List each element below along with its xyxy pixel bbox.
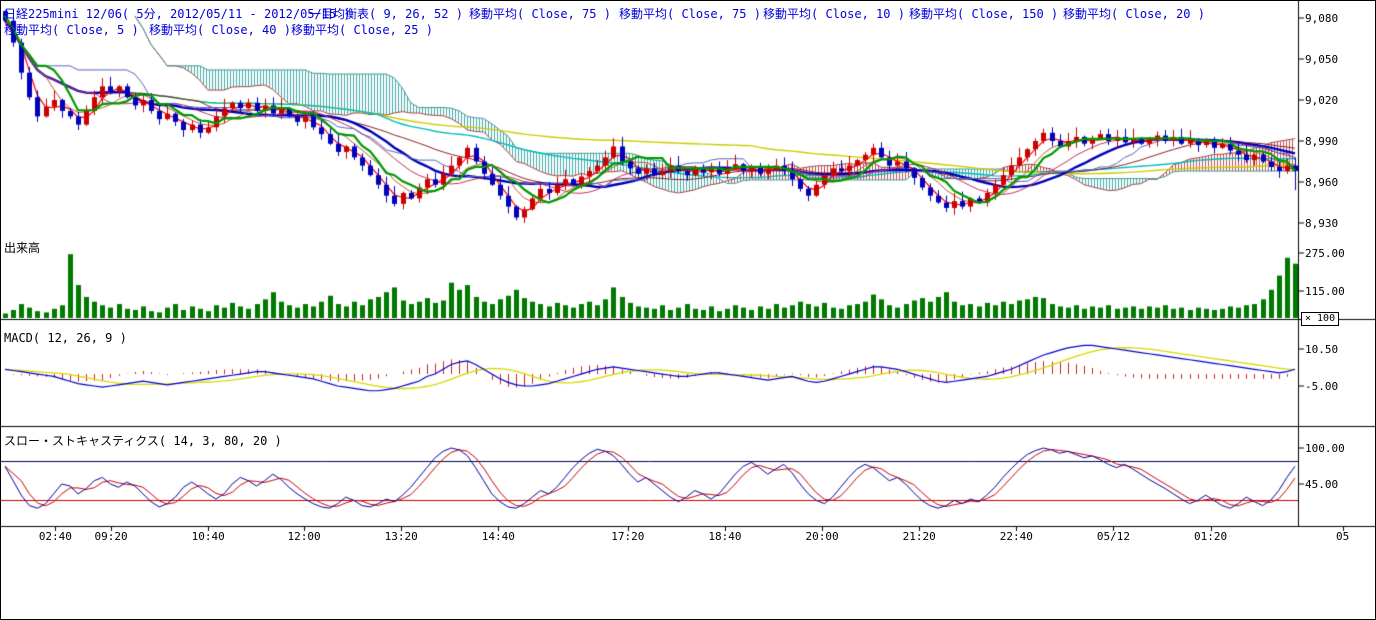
time-axis-label: 20:00 — [800, 530, 844, 543]
time-axis-label: 01:20 — [1189, 530, 1233, 543]
time-axis-label: 10:40 — [186, 530, 230, 543]
legend-item: 移動平均( Close, 25 ) — [291, 21, 433, 38]
price-axis-label: 9,080 — [1305, 12, 1338, 25]
time-axis-label: 05 — [1321, 530, 1365, 543]
macd-pane-label: MACD( 12, 26, 9 ) — [4, 331, 127, 345]
time-axis-label: 05/12 — [1091, 530, 1135, 543]
price-axis-label: 8,990 — [1305, 135, 1338, 148]
time-axis-label: 22:40 — [994, 530, 1038, 543]
legend-item: 移動平均( Close, 150 ) — [909, 5, 1058, 22]
legend-item: 移動平均( Close, 75 ) — [619, 5, 761, 22]
volume-multiplier-badge: × 100 — [1301, 312, 1339, 326]
stoch-axis-label: 100.00 — [1305, 442, 1345, 455]
time-axis-label: 02:40 — [33, 530, 77, 543]
stoch-pane-label: スロー・ストキャスティクス( 14, 3, 80, 20 ) — [4, 432, 282, 449]
legend-item: 移動平均( Close, 5 ) — [4, 21, 139, 38]
legend-item: 移動平均( Close, 10 ) — [763, 5, 905, 22]
time-axis-label: 09:20 — [89, 530, 133, 543]
macd-axis-label: -5.00 — [1305, 380, 1338, 393]
stoch-axis-label: 45.00 — [1305, 478, 1338, 491]
time-axis-label: 21:20 — [897, 530, 941, 543]
legend-item: 移動平均( Close, 75 ) — [469, 5, 611, 22]
price-axis-label: 9,020 — [1305, 94, 1338, 107]
chart-canvas[interactable] — [1, 1, 1376, 620]
volume-pane-label: 出来高 — [4, 239, 40, 256]
time-axis-label: 14:40 — [476, 530, 520, 543]
chart-title: 日経225mini 12/06( 5分, 2012/05/11 - 2012/0… — [4, 5, 351, 22]
time-axis-label: 13:20 — [379, 530, 423, 543]
macd-axis-label: 10.50 — [1305, 343, 1338, 356]
volume-axis-label: 115.00 — [1305, 285, 1345, 298]
legend-item: 一目均衡表( 9, 26, 52 ) — [309, 5, 463, 22]
legend-item: 移動平均( Close, 20 ) — [1063, 5, 1205, 22]
time-axis-label: 12:00 — [282, 530, 326, 543]
chart-window: 日経225mini 12/06( 5分, 2012/05/11 - 2012/0… — [0, 0, 1376, 620]
legend-item: 移動平均( Close, 40 ) — [149, 21, 291, 38]
price-axis-label: 9,050 — [1305, 53, 1338, 66]
volume-axis-label: 275.00 — [1305, 247, 1345, 260]
time-axis-label: 17:20 — [606, 530, 650, 543]
price-axis-label: 8,960 — [1305, 176, 1338, 189]
price-axis-label: 8,930 — [1305, 217, 1338, 230]
time-axis-label: 18:40 — [703, 530, 747, 543]
